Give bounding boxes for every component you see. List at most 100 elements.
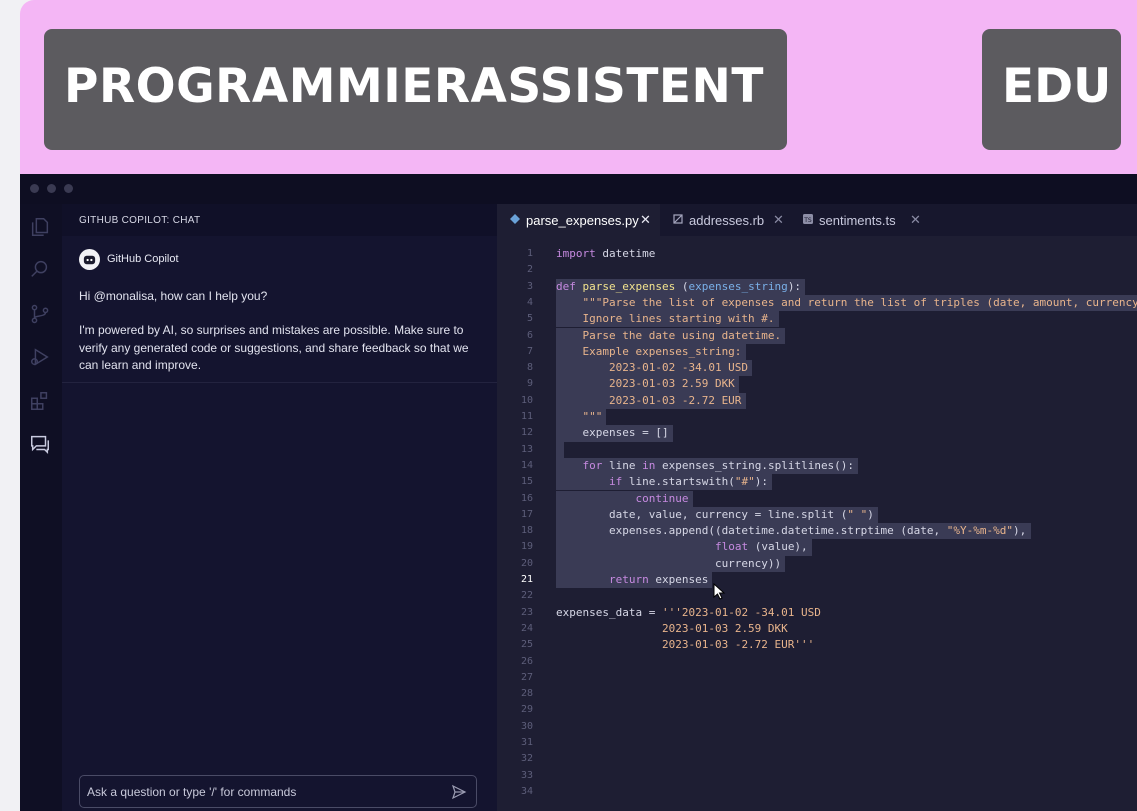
code-line[interactable]: 33 bbox=[497, 768, 1137, 784]
line-number: 24 bbox=[520, 622, 533, 634]
chat-input[interactable] bbox=[87, 783, 437, 801]
code-text: expenses.append((datetime.datetime.strpt… bbox=[556, 524, 1027, 538]
line-number: 32 bbox=[520, 753, 533, 765]
line-number: 17 bbox=[520, 508, 533, 520]
code-line[interactable]: 11 """ bbox=[497, 409, 1137, 426]
close-icon[interactable]: ✕ bbox=[773, 212, 784, 228]
code-line[interactable]: 18 expenses.append((datetime.datetime.st… bbox=[497, 523, 1137, 540]
code-line[interactable]: 34 bbox=[497, 784, 1137, 800]
code-line[interactable]: 31 bbox=[497, 735, 1137, 751]
chat-input-box[interactable] bbox=[79, 775, 477, 808]
code-text: for line in expenses_string.splitlines()… bbox=[582, 458, 855, 472]
code-line[interactable]: 6 Parse the date using datetime. bbox=[497, 327, 1137, 344]
code-line[interactable]: 4 """Parse the list of expenses and retu… bbox=[497, 294, 1137, 312]
line-number: 8 bbox=[526, 362, 533, 374]
line-number: 22 bbox=[520, 590, 533, 602]
window-minimize-dot[interactable] bbox=[47, 184, 56, 193]
code-line[interactable]: 20 currency)) bbox=[497, 555, 1137, 572]
code-text: Ignore lines starting with #. bbox=[556, 312, 775, 326]
line-number: 23 bbox=[520, 606, 533, 618]
code-line[interactable]: 17 date, value, currency = line.split ("… bbox=[497, 506, 1137, 524]
code-line[interactable]: 13 bbox=[497, 441, 1137, 458]
line-number: 16 bbox=[520, 492, 533, 504]
code-line[interactable]: 27 bbox=[497, 670, 1137, 686]
line-number: 34 bbox=[520, 785, 533, 797]
code-text: Parse the date using datetime. bbox=[556, 328, 782, 342]
typescript-file-icon: TS bbox=[803, 214, 813, 224]
greeting-text: Hi @monalisa, how can I help you? bbox=[79, 289, 268, 303]
line-number: 15 bbox=[520, 476, 533, 488]
window-close-dot[interactable] bbox=[30, 184, 39, 193]
code-line[interactable]: 9 2023-01-03 2.59 DKK bbox=[497, 376, 1137, 393]
code-line[interactable]: 29 bbox=[497, 702, 1137, 718]
window-titlebar bbox=[20, 174, 1137, 204]
code-line[interactable]: 23 expenses_data = '''2023-01-02 -34.01 U… bbox=[497, 605, 1137, 621]
ide-window: GITHUB COPILOT: CHAT GitHub Copilot Hi @… bbox=[20, 174, 1137, 811]
code-text: currency)) bbox=[556, 556, 782, 570]
code-line[interactable]: 28 bbox=[497, 686, 1137, 702]
code-line[interactable]: 10 2023-01-03 -2.72 EUR bbox=[497, 392, 1137, 409]
line-number: 13 bbox=[520, 443, 533, 455]
tab-sentiments[interactable]: TS sentiments.ts ✕ bbox=[790, 204, 930, 236]
run-debug-icon[interactable] bbox=[29, 346, 51, 368]
line-number: 29 bbox=[520, 704, 533, 716]
chat-icon[interactable] bbox=[29, 433, 51, 455]
window-maximize-dot[interactable] bbox=[64, 184, 73, 193]
line-number: 19 bbox=[520, 541, 533, 553]
line-number: 2 bbox=[526, 264, 533, 276]
code-line[interactable]: 1 import datetime bbox=[497, 246, 1137, 262]
code-line[interactable]: 16 continue bbox=[497, 490, 1137, 507]
line-number: 14 bbox=[520, 459, 533, 471]
line-number: 11 bbox=[520, 411, 533, 422]
code-line[interactable]: 32 bbox=[497, 751, 1137, 767]
chat-header-title: GITHUB COPILOT: CHAT bbox=[79, 215, 201, 226]
code-text: Example expenses_string: bbox=[556, 344, 742, 358]
files-icon[interactable] bbox=[29, 216, 51, 238]
code-text: expenses = [] bbox=[556, 426, 669, 440]
code-line[interactable]: 19 float (value), bbox=[497, 539, 1137, 556]
code-line[interactable]: 30 bbox=[497, 719, 1137, 735]
editor-tab-bar: parse_expenses.py ✕ addresses.rb ✕ TS se… bbox=[497, 204, 1137, 236]
tab-addresses[interactable]: addresses.rb ✕ bbox=[660, 204, 790, 236]
code-line[interactable]: 21 return expenses bbox=[497, 572, 1137, 589]
line-number: 7 bbox=[526, 345, 533, 357]
code-text: float (value), bbox=[714, 540, 808, 554]
copilot-chat-panel: GITHUB COPILOT: CHAT GitHub Copilot Hi @… bbox=[62, 204, 497, 811]
chat-message: GitHub Copilot Hi @monalisa, how can I h… bbox=[62, 236, 497, 383]
disclaimer-text: I'm powered by AI, so surprises and mist… bbox=[79, 323, 469, 372]
code-text: return expenses bbox=[608, 573, 709, 586]
code-line[interactable]: 14 for line in expenses_string.splitline… bbox=[497, 457, 1137, 475]
close-icon[interactable]: ✕ bbox=[910, 212, 921, 228]
source-control-icon[interactable] bbox=[29, 303, 51, 325]
selection-highlight bbox=[556, 441, 564, 458]
line-number: 31 bbox=[520, 737, 533, 748]
code-line[interactable]: 25 2023-01-03 -2.72 EUR''' bbox=[497, 637, 1137, 653]
search-icon[interactable] bbox=[29, 258, 51, 280]
code-text: 2023-01-02 -34.01 USD bbox=[556, 361, 749, 375]
extensions-icon[interactable] bbox=[29, 390, 51, 412]
code-line[interactable]: 2 bbox=[497, 262, 1137, 278]
line-number: 28 bbox=[520, 688, 533, 700]
python-file-icon bbox=[510, 214, 520, 224]
code-line[interactable]: 3 def parse_expenses (expenses_string): bbox=[497, 278, 1137, 295]
line-number: 4 bbox=[526, 296, 533, 308]
line-number: 27 bbox=[520, 671, 533, 683]
send-icon[interactable] bbox=[451, 784, 467, 800]
tab-parse-expenses[interactable]: parse_expenses.py ✕ bbox=[497, 204, 660, 236]
code-line[interactable]: 12 expenses = [] bbox=[497, 425, 1137, 442]
code-text: continue bbox=[635, 491, 689, 505]
line-number: 5 bbox=[526, 313, 533, 325]
line-number: 26 bbox=[520, 655, 533, 667]
code-line[interactable]: 7 Example expenses_string: bbox=[497, 343, 1137, 361]
code-line[interactable]: 15 if line.startswith("#"): bbox=[497, 474, 1137, 491]
line-number: 9 bbox=[526, 378, 533, 390]
code-text: 2023-01-03 -2.72 EUR bbox=[556, 393, 742, 407]
code-line[interactable]: 22 bbox=[497, 588, 1137, 604]
code-line[interactable]: 8 2023-01-02 -34.01 USD bbox=[497, 360, 1137, 377]
code-line[interactable]: 5 Ignore lines starting with #. bbox=[497, 311, 1137, 328]
code-line[interactable]: 26 bbox=[497, 654, 1137, 670]
page-frame: PROGRAMMIERASSISTENT EDU GITHUB COPILOT:… bbox=[20, 0, 1137, 811]
message-author: GitHub Copilot bbox=[107, 253, 179, 265]
close-icon[interactable]: ✕ bbox=[640, 212, 651, 228]
code-line[interactable]: 24 2023-01-03 2.59 DKK bbox=[497, 621, 1137, 637]
